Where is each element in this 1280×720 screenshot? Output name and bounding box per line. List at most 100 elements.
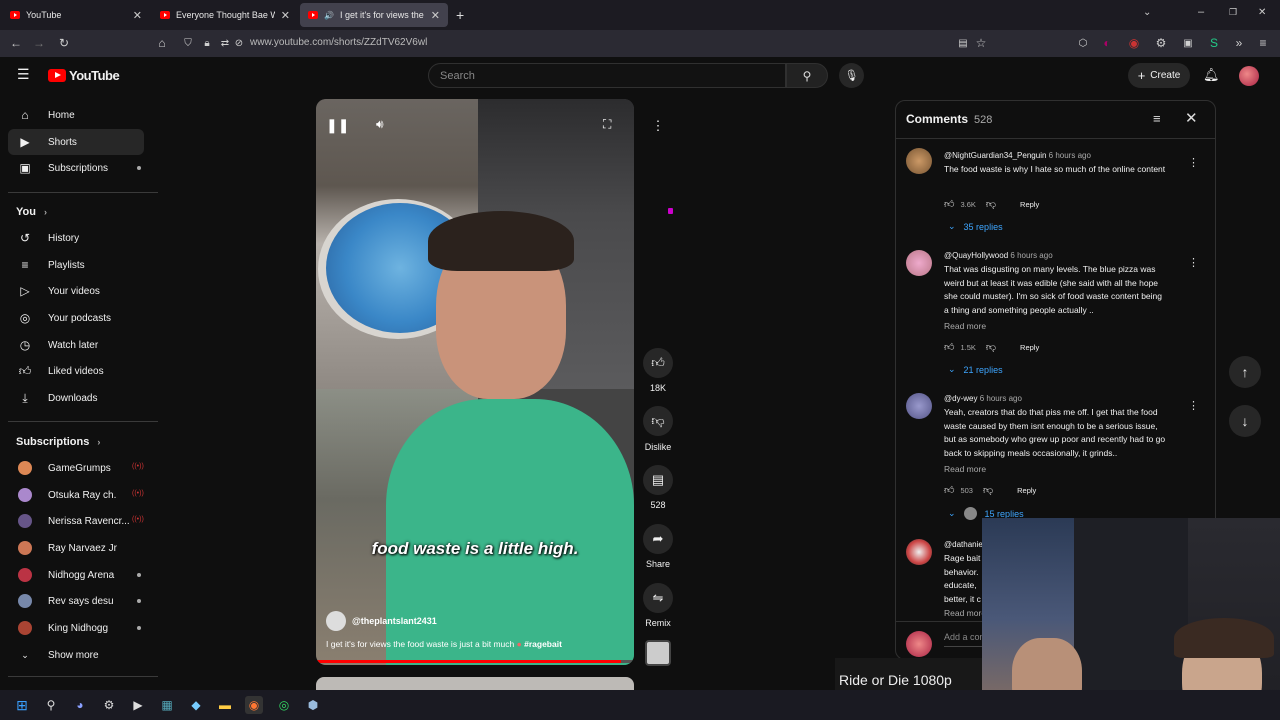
browser-tab[interactable]: Everyone Thought Bae Was Jap ✕ [152, 3, 298, 27]
read-more-link[interactable]: Read more [944, 608, 986, 618]
new-tab-button[interactable]: + [456, 7, 464, 23]
close-icon[interactable]: ✕ [431, 9, 440, 22]
youtube-logo[interactable]: YouTube [48, 68, 120, 83]
search-input[interactable]: Search [428, 63, 786, 88]
sidebar-item-your-videos[interactable]: ▷ Your videos [8, 278, 144, 304]
reply-button[interactable]: Reply [1017, 486, 1036, 495]
sidebar-item-home[interactable]: ⌂ Home [8, 102, 144, 128]
create-button[interactable]: + Create [1128, 63, 1190, 88]
restore-icon[interactable]: ❐ [1229, 7, 1237, 18]
extension-icon[interactable]: S [1205, 34, 1223, 52]
reader-view-icon[interactable]: ▤ [954, 34, 972, 52]
reply-button[interactable]: Reply [1020, 200, 1039, 209]
autoplay-icon[interactable]: ⊘ [230, 34, 248, 52]
thumbs-down-icon[interactable]: 👎︎ [983, 484, 993, 496]
reload-icon[interactable]: ↻ [55, 34, 73, 52]
forward-icon[interactable]: → [30, 34, 48, 52]
app-icon[interactable]: ◆ [187, 696, 205, 714]
extensions-icon[interactable]: ⬡ [1074, 34, 1092, 52]
thumbs-up-icon[interactable]: 👍︎ [944, 198, 954, 210]
subscription-channel[interactable]: Nerissa Ravencr... ((•)) [8, 508, 144, 534]
sidebar-item-watch-later[interactable]: ◷ Watch later [8, 332, 144, 358]
fullscreen-icon[interactable]: ⛶ [603, 117, 611, 132]
thumbs-up-icon[interactable]: 👍︎ [944, 484, 954, 496]
comment-handle[interactable]: @dy-wey [944, 394, 977, 403]
settings-icon[interactable]: ⚙ [100, 696, 118, 714]
like-button[interactable]: 👍︎ [643, 348, 673, 378]
browser-tab[interactable]: YouTube ✕ [2, 3, 150, 27]
comment-author[interactable]: @dy-wey 6 hours ago [944, 394, 1022, 403]
close-icon[interactable]: ✕ [281, 9, 290, 22]
voice-search-button[interactable]: 🎙︎ [839, 63, 864, 88]
read-more-link[interactable]: Read more [944, 464, 986, 474]
next-short-button[interactable]: ↓ [1229, 405, 1261, 437]
subscription-channel[interactable]: Ray Narvaez Jr [8, 535, 144, 561]
sidebar-item-shorts[interactable]: ▶ Shorts [8, 129, 144, 155]
search-icon[interactable]: ⚲ [42, 696, 60, 714]
show-more-button[interactable]: ⌄ Show more [8, 642, 144, 668]
lock-icon[interactable]: 🔒︎ [198, 34, 216, 52]
firefox-icon[interactable]: ◉ [245, 696, 263, 714]
window-close-icon[interactable]: ✕ [1258, 7, 1266, 18]
subscription-channel[interactable]: Rev says desu [8, 588, 144, 614]
menu-icon[interactable]: ≡ [1254, 34, 1272, 52]
hashtag-link[interactable]: #ragebait [524, 639, 562, 649]
comment-author[interactable]: @QuayHollywood 6 hours ago [944, 251, 1053, 260]
short-video-player[interactable]: ❚❚ 🔊︎ ⛶ food waste is a little high. @th… [316, 99, 634, 665]
comment-options-icon[interactable]: ⋮ [1188, 156, 1199, 169]
comment-handle[interactable]: @QuayHollywood [944, 251, 1008, 260]
sidebar-item-liked-videos[interactable]: 👍︎ Liked videos [8, 358, 144, 384]
file-explorer-icon[interactable]: ▬ [216, 696, 234, 714]
minimize-icon[interactable]: – [1198, 6, 1204, 18]
subscription-channel[interactable]: Otsuka Ray ch. ((•)) [8, 482, 144, 508]
avatar[interactable] [906, 250, 932, 276]
notifications-bell-icon[interactable]: 🔔︎ [1203, 67, 1220, 83]
volume-icon[interactable]: 🔊︎ [376, 117, 384, 132]
sort-icon[interactable]: ≡ [1153, 111, 1161, 126]
shield-icon[interactable]: ⛉ [179, 34, 197, 52]
view-replies-button[interactable]: ⌄ 21 replies [948, 364, 1003, 375]
thumbs-down-icon[interactable]: 👎︎ [986, 198, 996, 210]
subscription-channel[interactable]: GameGrumps ((•)) [8, 455, 144, 481]
sidebar-item-playlists[interactable]: ≡ Playlists [8, 252, 144, 278]
avatar[interactable] [906, 539, 932, 565]
discord-icon[interactable]: ◕ [71, 696, 89, 714]
sidebar-item-podcasts[interactable]: ◎ Your podcasts [8, 305, 144, 331]
thumbs-down-icon[interactable]: 👎︎ [986, 341, 996, 353]
sidebar-item-subscriptions[interactable]: ▣ Subscriptions [8, 155, 144, 181]
avatar[interactable] [906, 393, 932, 419]
channel-info[interactable]: @theplantslant2431 [326, 611, 437, 631]
app-icon[interactable]: ◎ [275, 696, 293, 714]
subscriptions-section-header[interactable]: Subscriptions › [16, 436, 100, 448]
previous-short-button[interactable]: ↑ [1229, 356, 1261, 388]
browser-tab-active[interactable]: 🔊 I get it's for views the food ✕ [300, 3, 448, 27]
reply-button[interactable]: Reply [1020, 343, 1039, 352]
comment-options-icon[interactable]: ⋮ [1188, 256, 1199, 269]
more-options-icon[interactable]: ⋮ [643, 111, 673, 141]
remix-button[interactable]: ⇋ [643, 583, 673, 613]
sidebar-item-history[interactable]: ↺ History [8, 225, 144, 251]
sound-thumbnail[interactable] [645, 640, 671, 666]
view-replies-button[interactable]: ⌄ 35 replies [948, 221, 1003, 232]
url-text[interactable]: www.youtube.com/shorts/ZZdTV62V6wl [250, 37, 427, 48]
comment-handle[interactable]: @dathanie [944, 540, 983, 549]
windows-start-icon[interactable]: ⊞ [13, 696, 31, 714]
bookmark-star-icon[interactable]: ☆ [972, 34, 990, 52]
thumbs-up-icon[interactable]: 👍︎ [944, 341, 954, 353]
steam-icon[interactable]: ⬢ [304, 696, 322, 714]
progress-track[interactable] [316, 660, 634, 663]
you-section-header[interactable]: You › [16, 206, 47, 218]
back-icon[interactable]: ← [7, 34, 25, 52]
close-icon[interactable]: ✕ [133, 9, 142, 22]
photos-icon[interactable]: ▦ [158, 696, 176, 714]
channel-handle[interactable]: @theplantslant2431 [352, 616, 437, 626]
hamburger-icon[interactable]: ☰ [17, 66, 30, 83]
close-icon[interactable]: ✕ [1185, 109, 1198, 127]
media-player-icon[interactable]: ▶ [129, 696, 147, 714]
read-more-link[interactable]: Read more [944, 321, 986, 331]
video-title[interactable]: I get it's for views the food waste is j… [326, 639, 562, 649]
search-button[interactable]: ⚲ [786, 63, 828, 88]
extension-icon[interactable]: ⚙ [1152, 34, 1170, 52]
extension-icon[interactable]: ◉ [1125, 34, 1143, 52]
comment-handle[interactable]: @NightGuardian34_Penguin [944, 151, 1046, 160]
